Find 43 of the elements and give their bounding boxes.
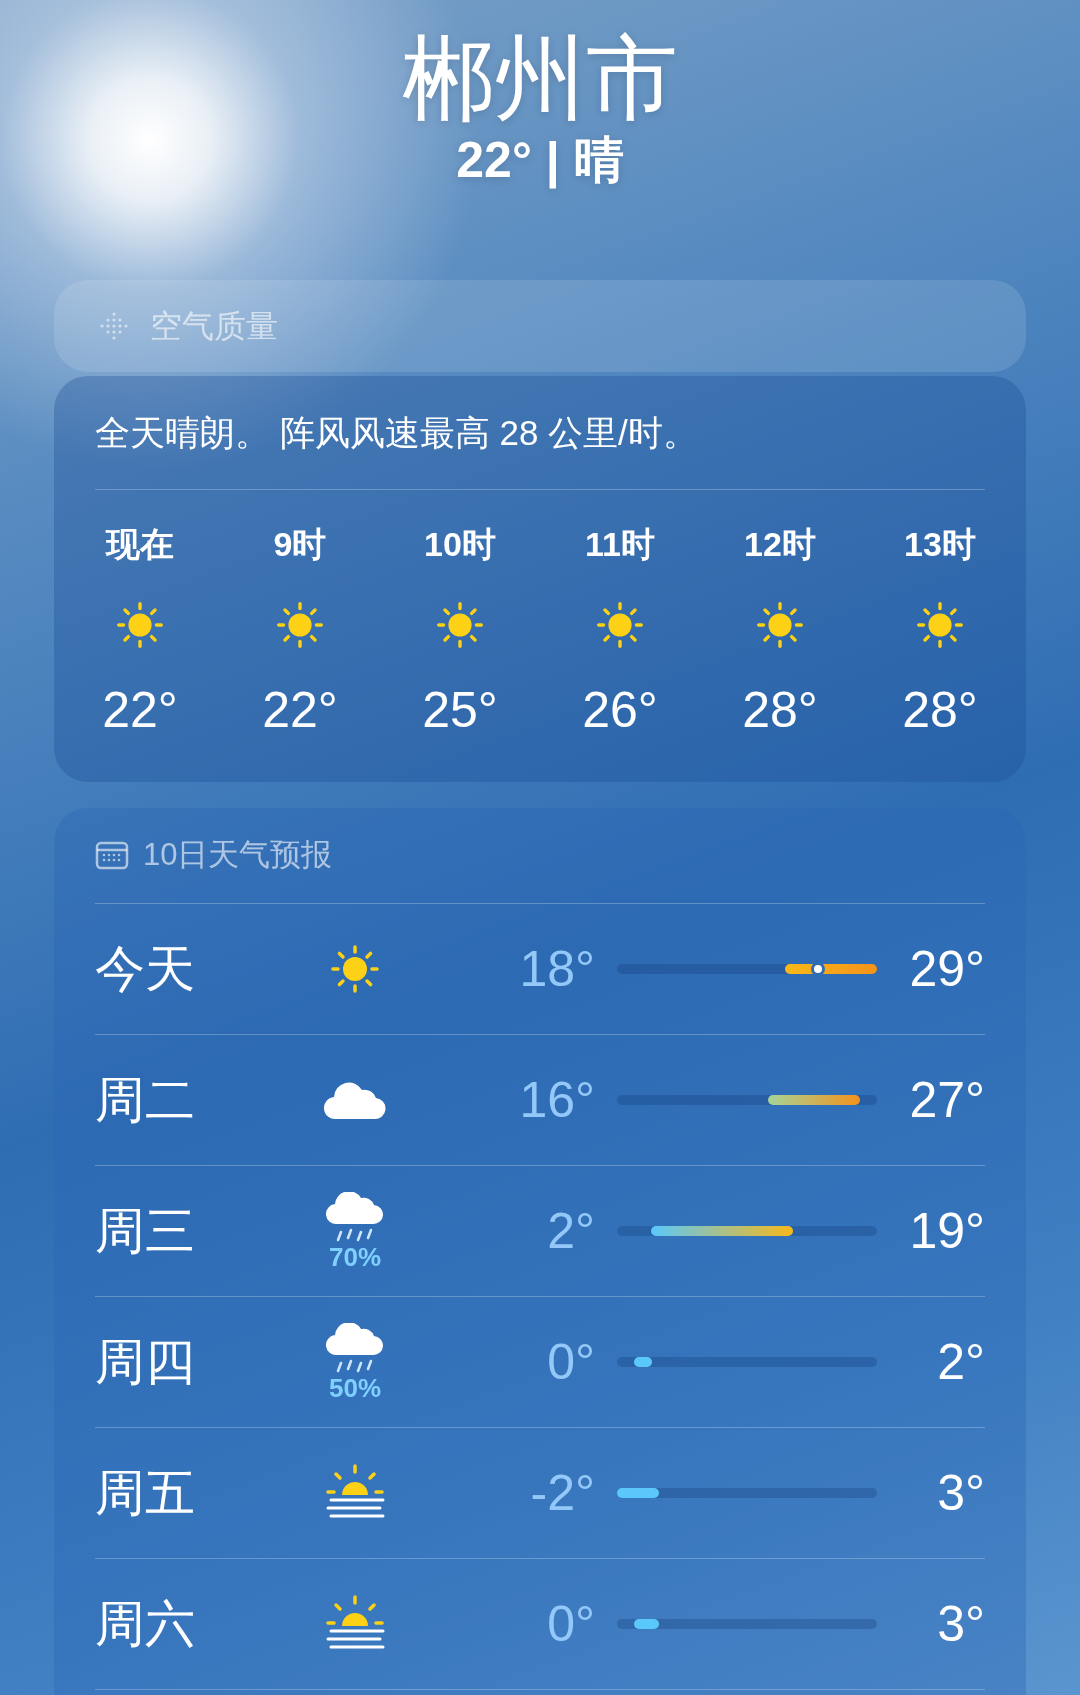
high-temperature: 2° [936, 1336, 985, 1387]
high-temperature: 3° [936, 1467, 985, 1518]
hour-temperature: 25° [422, 682, 498, 738]
hour-temperature: 22° [262, 682, 338, 738]
hour-temperature: 28° [742, 682, 818, 738]
high-temperature: 27° [908, 1074, 985, 1125]
day-label: 周四 [95, 1336, 196, 1387]
low-temperature: 18° [518, 943, 595, 994]
hour-temperature: 22° [102, 682, 178, 738]
cloud-icon [324, 1079, 386, 1120]
hour-label: 现在 [106, 524, 174, 565]
precipitation-chance: 70% [328, 1243, 381, 1270]
day-label: 周二 [95, 1074, 196, 1125]
hour-label: 13时 [904, 524, 976, 565]
temperature-range-bar [617, 1487, 659, 1498]
hour-label: 10时 [424, 524, 496, 565]
precipitation-chance: 50% [328, 1374, 381, 1401]
day-label: 周五 [95, 1467, 196, 1518]
air-quality-title: 空气质量 [150, 306, 278, 346]
hour-temperature: 26° [582, 682, 658, 738]
hour-label: 11时 [585, 524, 655, 565]
hour-temperature: 28° [902, 682, 978, 738]
day-label: 周三 [95, 1205, 196, 1256]
low-temperature: 16° [518, 1074, 595, 1125]
hour-label: 9时 [273, 524, 327, 565]
day-label: 今天 [95, 943, 196, 994]
hour-label: 12时 [744, 524, 816, 565]
low-temperature: -2° [529, 1467, 595, 1518]
temperature-range-bar [633, 1618, 659, 1629]
low-temperature: 0° [546, 1336, 595, 1387]
air-quality-card[interactable]: 空气质量 [54, 279, 1026, 372]
forecast-title: 10日天气预报 [143, 836, 333, 875]
temperature-range-bar [633, 1356, 652, 1367]
high-temperature: 29° [908, 943, 985, 994]
weather-description: 全天晴朗。 阵风风速最高 28 公里/时。 [95, 375, 985, 491]
high-temperature: 19° [908, 1205, 985, 1256]
low-temperature: 0° [546, 1598, 595, 1649]
calendar-icon [95, 840, 129, 871]
city-name: 郴州市 [402, 30, 678, 127]
day-label: 周六 [95, 1598, 196, 1649]
current-conditions: 22° | 晴 [456, 132, 624, 188]
high-temperature: 3° [936, 1598, 985, 1649]
low-temperature: 2° [546, 1205, 595, 1256]
